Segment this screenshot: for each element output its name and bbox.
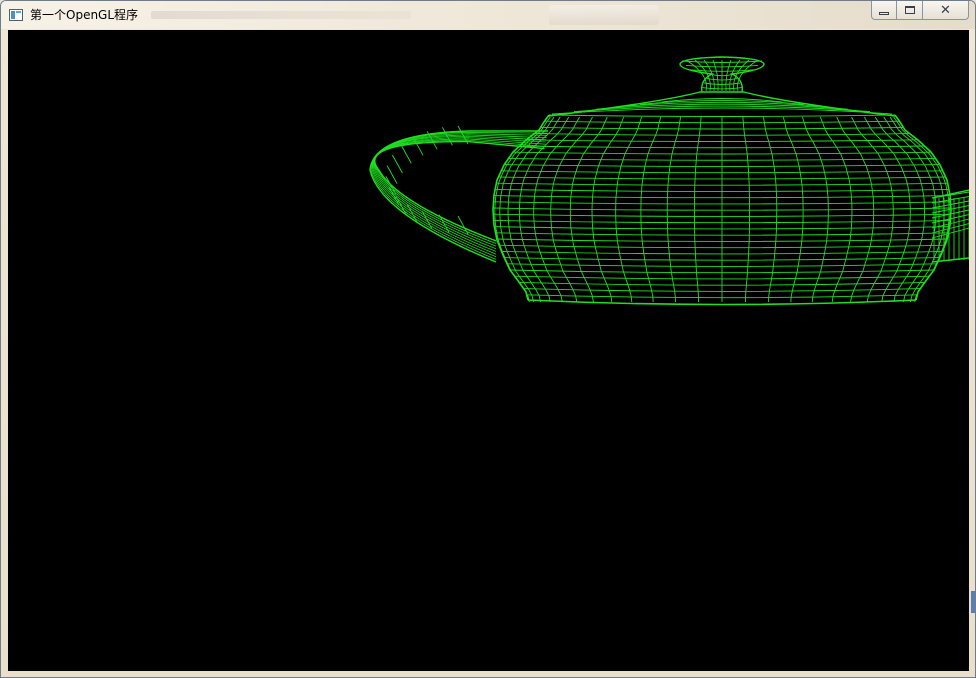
- teapot-wire: [893, 116, 950, 303]
- close-icon: ✕: [940, 2, 951, 18]
- teapot-wire: [736, 59, 759, 92]
- window-title: 第一个OpenGL程序: [30, 8, 139, 22]
- minimize-icon: [879, 11, 889, 15]
- maximize-button[interactable]: [897, 1, 923, 20]
- teapot-wire: [392, 154, 403, 174]
- minimize-button[interactable]: [871, 1, 897, 20]
- app-window: 第一个OpenGL程序 ✕: [0, 0, 976, 678]
- teapot-wire: [400, 145, 412, 164]
- opengl-viewport[interactable]: [8, 30, 969, 671]
- close-button[interactable]: ✕: [923, 1, 969, 20]
- background-window-ghost-buttons: [549, 5, 659, 25]
- title-bar[interactable]: 第一个OpenGL程序 ✕: [1, 1, 975, 29]
- application-window-icon[interactable]: [9, 9, 23, 21]
- teapot-wireframe: [369, 56, 969, 306]
- background-window-ghost: [151, 11, 411, 19]
- caption-buttons: ✕: [871, 1, 969, 21]
- teapot-wire: [548, 114, 896, 117]
- teapot-body-outline: [894, 114, 952, 301]
- teapot-wire: [666, 116, 682, 303]
- teapot-wire: [762, 116, 778, 303]
- maximize-icon: [904, 6, 915, 14]
- teapot-wire: [685, 59, 708, 92]
- teapot-wire: [742, 116, 751, 303]
- background-window-edge: [971, 591, 975, 613]
- teapot-wire: [457, 215, 469, 235]
- teapot-handle-wire: [374, 140, 545, 242]
- teapot-wire: [693, 116, 702, 303]
